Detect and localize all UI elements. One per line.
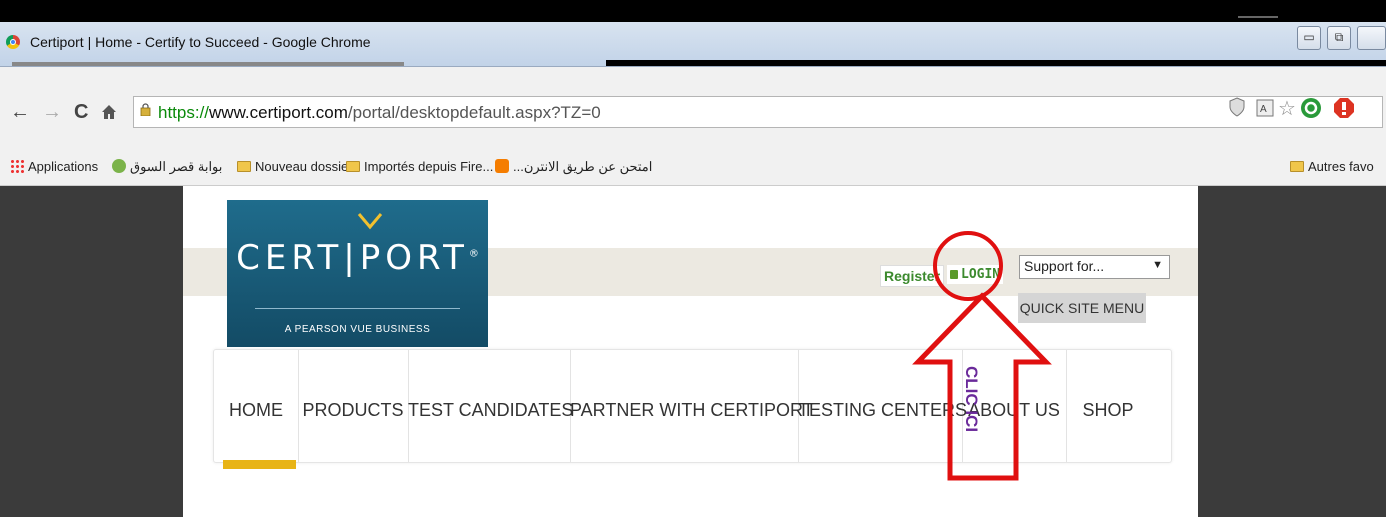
forward-button[interactable]: → [42, 101, 62, 124]
red-extension-icon[interactable] [1333, 97, 1355, 124]
bookmark-arabic[interactable]: امتحن عن طريق الانترن... [495, 159, 652, 175]
green-extension-icon[interactable] [1300, 97, 1322, 124]
bookmark-applications[interactable]: Applications [10, 159, 98, 174]
nav-partner[interactable]: PARTNER WITH CERTIPORT [570, 350, 814, 462]
tab-strip [12, 62, 404, 66]
close-button[interactable] [1357, 26, 1386, 50]
nav-test-candidates[interactable]: TEST CANDIDATES [408, 350, 573, 462]
reload-button[interactable]: C [74, 101, 88, 124]
lock-icon [950, 270, 958, 279]
register-link[interactable]: Register [880, 265, 945, 287]
nav-shop[interactable]: SHOP [1066, 350, 1150, 462]
active-nav-indicator [223, 460, 296, 469]
star-icon[interactable]: ☆ [1278, 96, 1296, 121]
annotation-label: CLIC ICI [962, 365, 981, 433]
browser-toolbar: ← → C https://www.certiport.com/portal/d… [0, 67, 1386, 149]
top-rule [1238, 16, 1278, 18]
home-icon [102, 105, 116, 119]
right-gutter [1198, 186, 1386, 517]
logo-tagline: A PEARSON VUE BUSINESS [284, 324, 431, 335]
bookmark-importes[interactable]: Importés depuis Fire... [346, 159, 493, 174]
translate-icon[interactable]: A [1256, 99, 1274, 120]
dropdown-arrow-icon: ▼ [1152, 259, 1163, 271]
chrome-icon [6, 35, 20, 49]
folder-icon [237, 161, 251, 172]
url-text: https://www.certiport.com/portal/desktop… [158, 103, 601, 122]
nav-testing-centers[interactable]: TESTING CENTERS [798, 350, 967, 462]
back-button[interactable]: ← [10, 101, 30, 124]
checkmark-icon [357, 213, 383, 230]
folder-icon [1290, 161, 1304, 172]
bookmarks-bar: Applications بوابة قصر السوق Nouveau dos… [0, 149, 1386, 186]
svg-text:A: A [1260, 104, 1267, 115]
lock-icon [140, 103, 151, 116]
restore-button[interactable]: ⧉ [1327, 26, 1351, 50]
certiport-page: CERT|PORT® A PEARSON VUE BUSINESS Regist… [183, 186, 1198, 517]
login-link[interactable]: LOGIN [947, 265, 1004, 284]
bookmark-site[interactable]: بوابة قصر السوق [112, 159, 222, 175]
support-for-select[interactable]: Support for... ▼ [1019, 255, 1170, 279]
home-button[interactable] [100, 103, 118, 126]
nav-products[interactable]: PRODUCTS [298, 350, 409, 462]
left-gutter [0, 186, 183, 517]
main-nav: HOME PRODUCTS TEST CANDIDATES PARTNER WI… [213, 349, 1172, 463]
logo-wordmark: CERT|PORT® [236, 238, 479, 278]
minimize-button[interactable]: ▭ [1297, 26, 1321, 50]
bookmark-other[interactable]: Autres favo [1290, 159, 1374, 174]
site-icon [112, 159, 126, 173]
apps-icon [10, 159, 24, 173]
shield-icon[interactable] [1228, 97, 1246, 122]
page-viewport: CERT|PORT® A PEARSON VUE BUSINESS Regist… [0, 186, 1386, 517]
bookmark-nouveau-dossier[interactable]: Nouveau dossier [237, 159, 353, 174]
quick-site-menu-button[interactable]: QUICK SITE MENU [1018, 293, 1146, 323]
folder-icon [346, 161, 360, 172]
window-title-bar: Certiport | Home - Certify to Succeed - … [0, 22, 1386, 67]
blogger-icon [495, 159, 509, 173]
window-title: Certiport | Home - Certify to Succeed - … [30, 34, 371, 50]
screen-top-bar [0, 0, 1386, 22]
logo-divider [255, 308, 460, 309]
nav-home[interactable]: HOME [214, 350, 299, 462]
certiport-logo[interactable]: CERT|PORT® A PEARSON VUE BUSINESS [227, 200, 488, 347]
tab-strip-edge [606, 60, 1386, 66]
address-bar[interactable]: https://www.certiport.com/portal/desktop… [133, 96, 1383, 128]
